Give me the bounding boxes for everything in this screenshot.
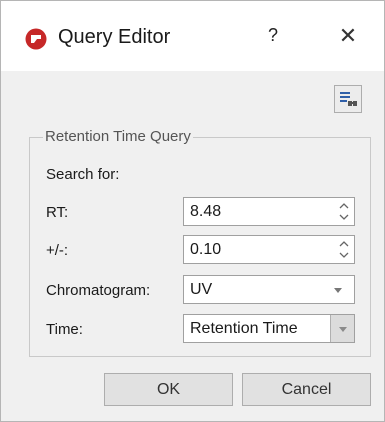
chromatogram-label: Chromatogram: [46, 282, 151, 299]
rt-value: 8.48 [190, 203, 222, 220]
time-value: Retention Time [190, 320, 298, 337]
window-title: Query Editor [58, 26, 171, 48]
time-select[interactable]: Retention Time [183, 314, 355, 343]
chromatogram-select[interactable]: UV [183, 275, 355, 304]
time-dropdown-button[interactable] [330, 315, 354, 342]
chevron-down-icon [339, 327, 347, 332]
app-logo-icon [25, 28, 47, 50]
query-editor-dialog: Query Editor ? ✕ Retention Time Query Se… [0, 0, 385, 422]
tolerance-label: +/-: [46, 242, 69, 259]
rt-spinbox[interactable]: 8.48 [183, 197, 355, 226]
tolerance-value: 0.10 [190, 241, 222, 258]
find-in-list-icon [340, 92, 357, 106]
time-label: Time: [46, 321, 83, 338]
cancel-button[interactable]: Cancel [242, 373, 371, 406]
title-bar: Query Editor ? ✕ [1, 1, 384, 71]
tolerance-spinbox[interactable]: 0.10 [183, 235, 355, 264]
spin-arrows-icon[interactable] [338, 201, 350, 222]
search-for-label: Search for: [46, 166, 120, 183]
help-button[interactable]: ? [263, 25, 283, 49]
chevron-down-icon [334, 288, 342, 293]
dialog-body: Retention Time Query Search for: RT: 8.4… [1, 71, 384, 421]
find-in-list-button[interactable] [334, 85, 362, 113]
close-button[interactable]: ✕ [335, 23, 361, 49]
rt-label: RT: [46, 204, 69, 221]
ok-button[interactable]: OK [104, 373, 233, 406]
spin-arrows-icon[interactable] [338, 239, 350, 260]
chromatogram-value: UV [190, 281, 213, 298]
group-title: Retention Time Query [43, 128, 193, 145]
